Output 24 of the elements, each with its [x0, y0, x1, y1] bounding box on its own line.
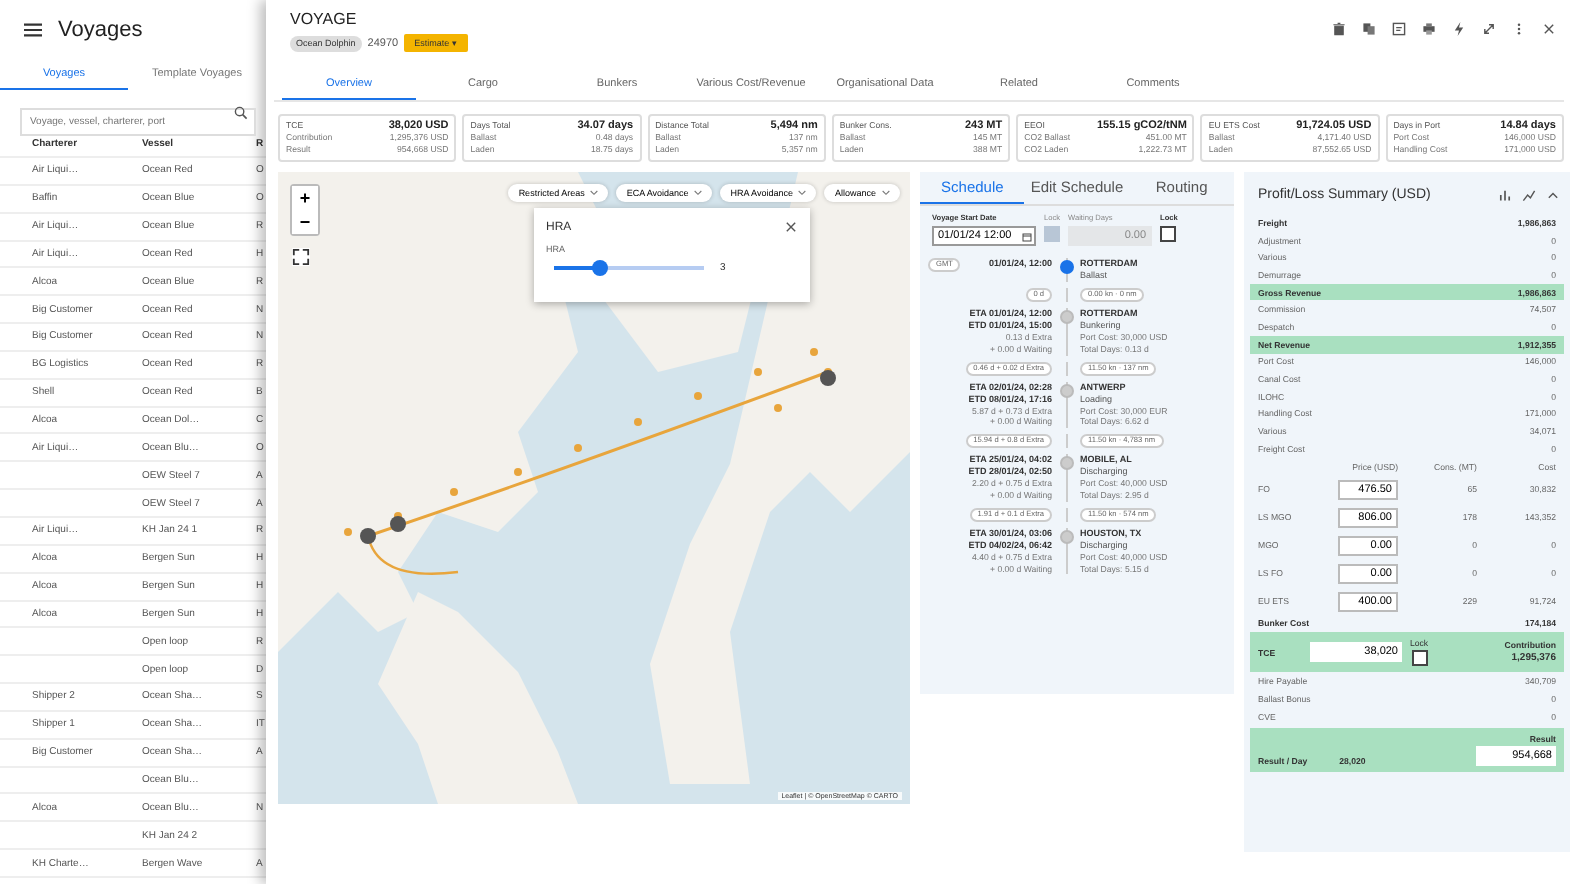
- more-icon[interactable]: [1512, 21, 1526, 35]
- lightning-icon[interactable]: [1452, 21, 1466, 35]
- chevron-icon: [590, 190, 599, 196]
- bar-chart-icon[interactable]: [1498, 188, 1512, 202]
- close-icon[interactable]: [784, 220, 798, 234]
- voyage-title: VOYAGE: [290, 10, 359, 28]
- chevron-up-icon[interactable]: [1546, 188, 1560, 202]
- chevron-icon: [694, 190, 703, 196]
- trash-icon[interactable]: [1332, 21, 1346, 35]
- copy-icon[interactable]: [1362, 21, 1376, 35]
- chevron-icon: [882, 190, 890, 196]
- search-icon[interactable]: [234, 105, 248, 119]
- document-icon[interactable]: [1392, 21, 1406, 35]
- menu-icon[interactable]: [24, 22, 42, 38]
- lock-checkbox[interactable]: [1160, 226, 1177, 242]
- calendar-icon[interactable]: [1022, 231, 1032, 241]
- expand-icon[interactable]: [1482, 21, 1496, 35]
- sidebar-title: Voyages: [58, 18, 143, 42]
- printer-icon[interactable]: [1422, 21, 1436, 35]
- chevron-icon: [798, 190, 807, 196]
- fullscreen-icon[interactable]: [292, 248, 310, 266]
- close-icon[interactable]: [1542, 21, 1556, 35]
- lock-checkbox[interactable]: [1411, 650, 1428, 667]
- line-chart-icon[interactable]: [1522, 188, 1536, 202]
